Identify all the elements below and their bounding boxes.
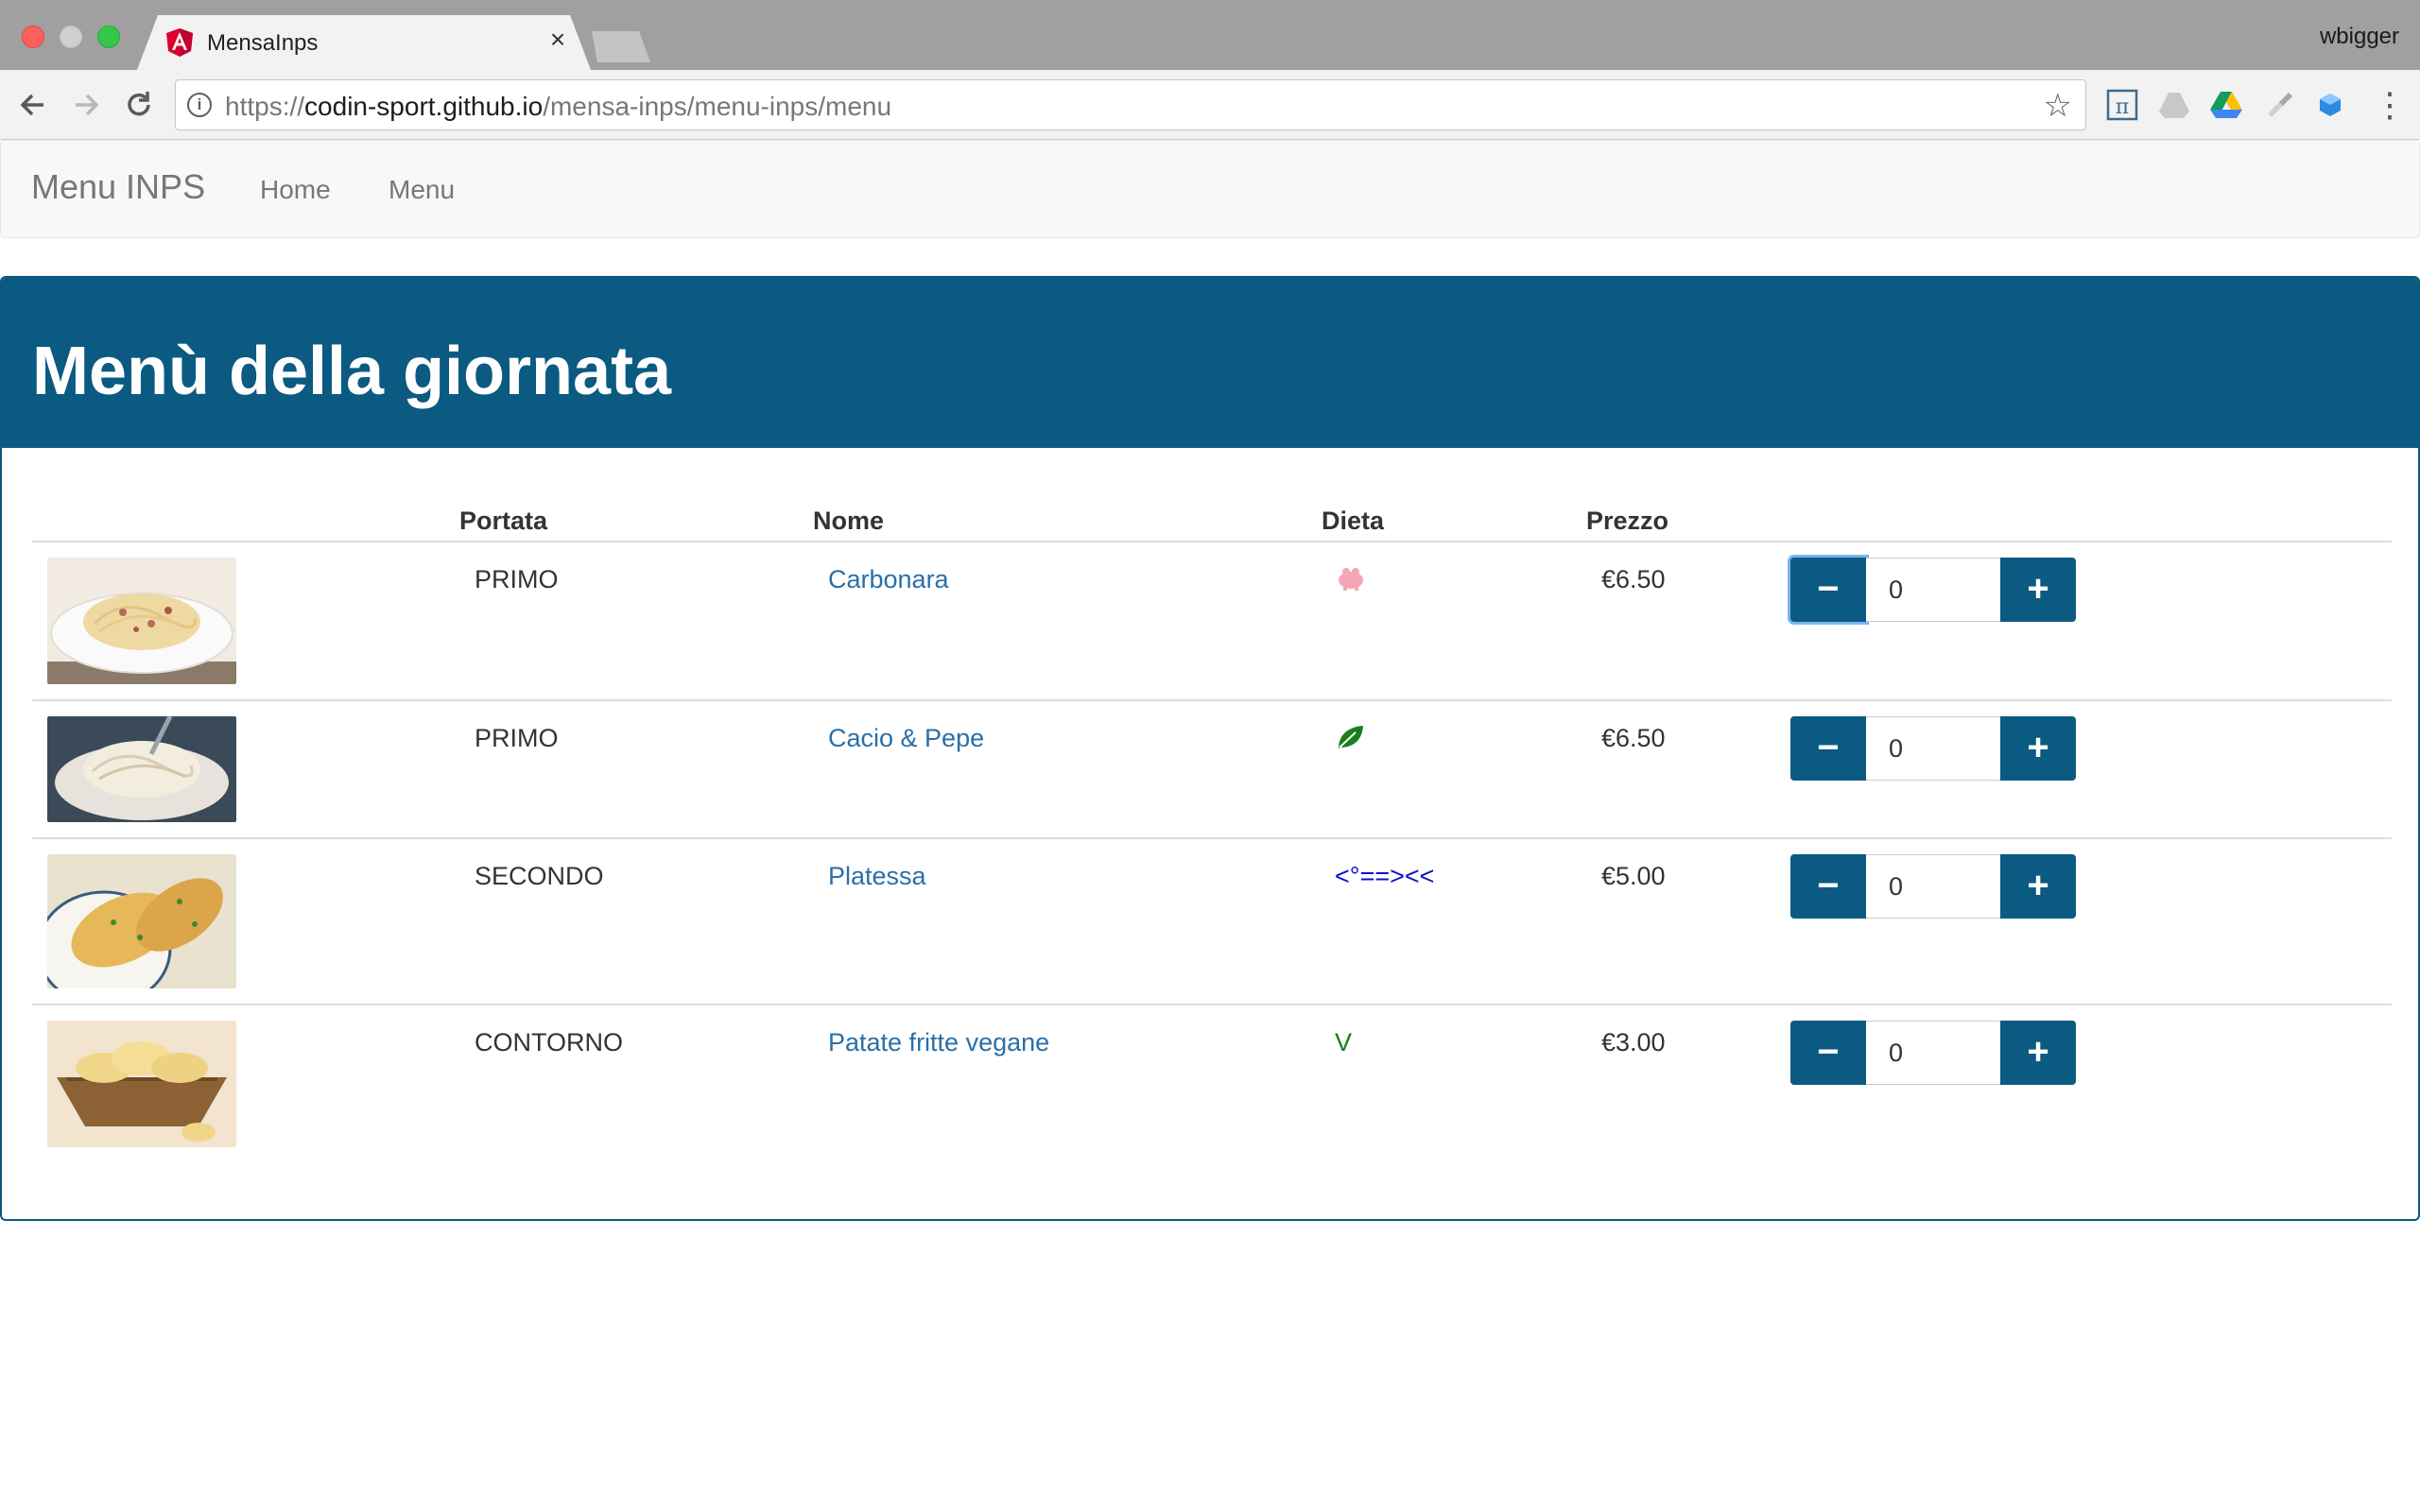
course-cell: SECONDO	[475, 862, 604, 890]
decrease-button[interactable]: −	[1790, 716, 1866, 781]
increase-button[interactable]: +	[2000, 558, 2076, 622]
fish-ascii-icon: <°==><<	[1335, 862, 1435, 890]
tab-title: MensaInps	[207, 30, 319, 56]
table-header: Portata Nome Dieta Prezzo	[32, 497, 2392, 542]
quantity-input[interactable]: 0	[1866, 854, 2000, 919]
cacio-e-pepe-image	[47, 716, 236, 822]
price-cell: €3.00	[1601, 1028, 1666, 1057]
increase-button[interactable]: +	[2000, 716, 2076, 781]
new-tab-button[interactable]	[592, 31, 650, 62]
google-drive-icon[interactable]	[2208, 87, 2244, 123]
header-prezzo: Prezzo	[1586, 507, 1669, 535]
window-maximize-button[interactable]	[97, 26, 120, 48]
quantity-stepper: − 0 +	[1790, 1021, 2076, 1085]
url-text[interactable]: https://codin-sport.github.io/mensa-inps…	[225, 92, 891, 122]
platessa-image	[47, 854, 236, 988]
decrease-button[interactable]: −	[1790, 854, 1866, 919]
header-portata: Portata	[459, 507, 548, 535]
quantity-stepper: − 0 +	[1790, 558, 2076, 622]
info-icon[interactable]: i	[187, 93, 212, 117]
leaf-icon	[1335, 724, 1365, 757]
nav-link-menu[interactable]: Menu	[389, 175, 455, 205]
quantity-stepper: − 0 +	[1790, 716, 2076, 781]
bookmark-star-icon[interactable]: ☆	[2044, 87, 2072, 125]
price-cell: €6.50	[1601, 565, 1666, 593]
price-cell: €5.00	[1601, 862, 1666, 890]
course-cell: PRIMO	[475, 724, 559, 752]
tab-close-icon[interactable]: ×	[544, 26, 572, 54]
menu-panel: Menù della giornata Portata Nome Dieta P…	[0, 276, 2420, 1221]
page-content: Menu INPS Home Menu Menù della giornata …	[0, 140, 2420, 1512]
drive-gray-icon[interactable]	[2156, 87, 2192, 123]
browser-menu-icon[interactable]: ⋮	[2373, 87, 2407, 123]
browser-toolbar: i https://codin-sport.github.io/mensa-in…	[0, 70, 2420, 140]
table-row: CONTORNO Patate fritte vegane V €3.00 − …	[32, 1005, 2392, 1164]
back-arrow-icon[interactable]	[15, 87, 51, 123]
dish-name-link[interactable]: Platessa	[828, 862, 926, 891]
dish-name-link[interactable]: Patate fritte vegane	[828, 1028, 1049, 1057]
forward-arrow-icon[interactable]	[68, 87, 104, 123]
browser-tab[interactable]: MensaInps ×	[137, 15, 591, 70]
patate-fritte-image	[47, 1021, 236, 1147]
paint-extension-icon[interactable]	[2260, 87, 2296, 123]
quantity-input[interactable]: 0	[1866, 558, 2000, 622]
window-minimize-button[interactable]	[60, 26, 82, 48]
dish-name-link[interactable]: Cacio & Pepe	[828, 724, 984, 753]
browser-titlebar: MensaInps × wbigger	[0, 0, 2420, 70]
window-close-button[interactable]	[22, 26, 44, 48]
pig-icon	[1335, 567, 1367, 598]
header-nome: Nome	[813, 507, 885, 535]
quantity-input[interactable]: 0	[1866, 716, 2000, 781]
page-title: Menù della giornata	[32, 334, 672, 409]
decrease-button[interactable]: −	[1790, 558, 1866, 622]
nav-link-home[interactable]: Home	[260, 175, 331, 205]
course-cell: CONTORNO	[475, 1028, 624, 1057]
table-row: PRIMO Carbonara €6.50 − 0 +	[32, 542, 2392, 701]
header-dieta: Dieta	[1322, 507, 1385, 535]
svg-text:π: π	[2116, 95, 2129, 119]
address-bar[interactable]: i https://codin-sport.github.io/mensa-in…	[175, 79, 2086, 130]
carbonara-image	[47, 558, 236, 684]
site-navbar: Menu INPS Home Menu	[0, 140, 2420, 238]
navbar-brand[interactable]: Menu INPS	[31, 167, 205, 207]
price-cell: €6.50	[1601, 724, 1666, 752]
vegan-label: V	[1335, 1028, 1353, 1057]
cube-extension-icon[interactable]	[2312, 87, 2348, 123]
table-row: PRIMO Cacio & Pepe €6.50 − 0 +	[32, 701, 2392, 839]
decrease-button[interactable]: −	[1790, 1021, 1866, 1085]
increase-button[interactable]: +	[2000, 1021, 2076, 1085]
course-cell: PRIMO	[475, 565, 559, 593]
quantity-input[interactable]: 0	[1866, 1021, 2000, 1085]
dish-name-link[interactable]: Carbonara	[828, 565, 949, 594]
angular-icon	[166, 28, 193, 57]
profile-name[interactable]: wbigger	[2320, 24, 2399, 50]
table-row: SECONDO Platessa <°==><< €5.00 − 0 +	[32, 839, 2392, 1005]
panel-heading: Menù della giornata	[2, 278, 2418, 448]
quantity-stepper: − 0 +	[1790, 854, 2076, 919]
pi-extension-icon[interactable]: π	[2104, 87, 2140, 123]
reload-icon[interactable]	[121, 87, 157, 123]
increase-button[interactable]: +	[2000, 854, 2076, 919]
menu-table: Portata Nome Dieta Prezzo PRIMO Carbonar…	[32, 497, 2392, 1164]
